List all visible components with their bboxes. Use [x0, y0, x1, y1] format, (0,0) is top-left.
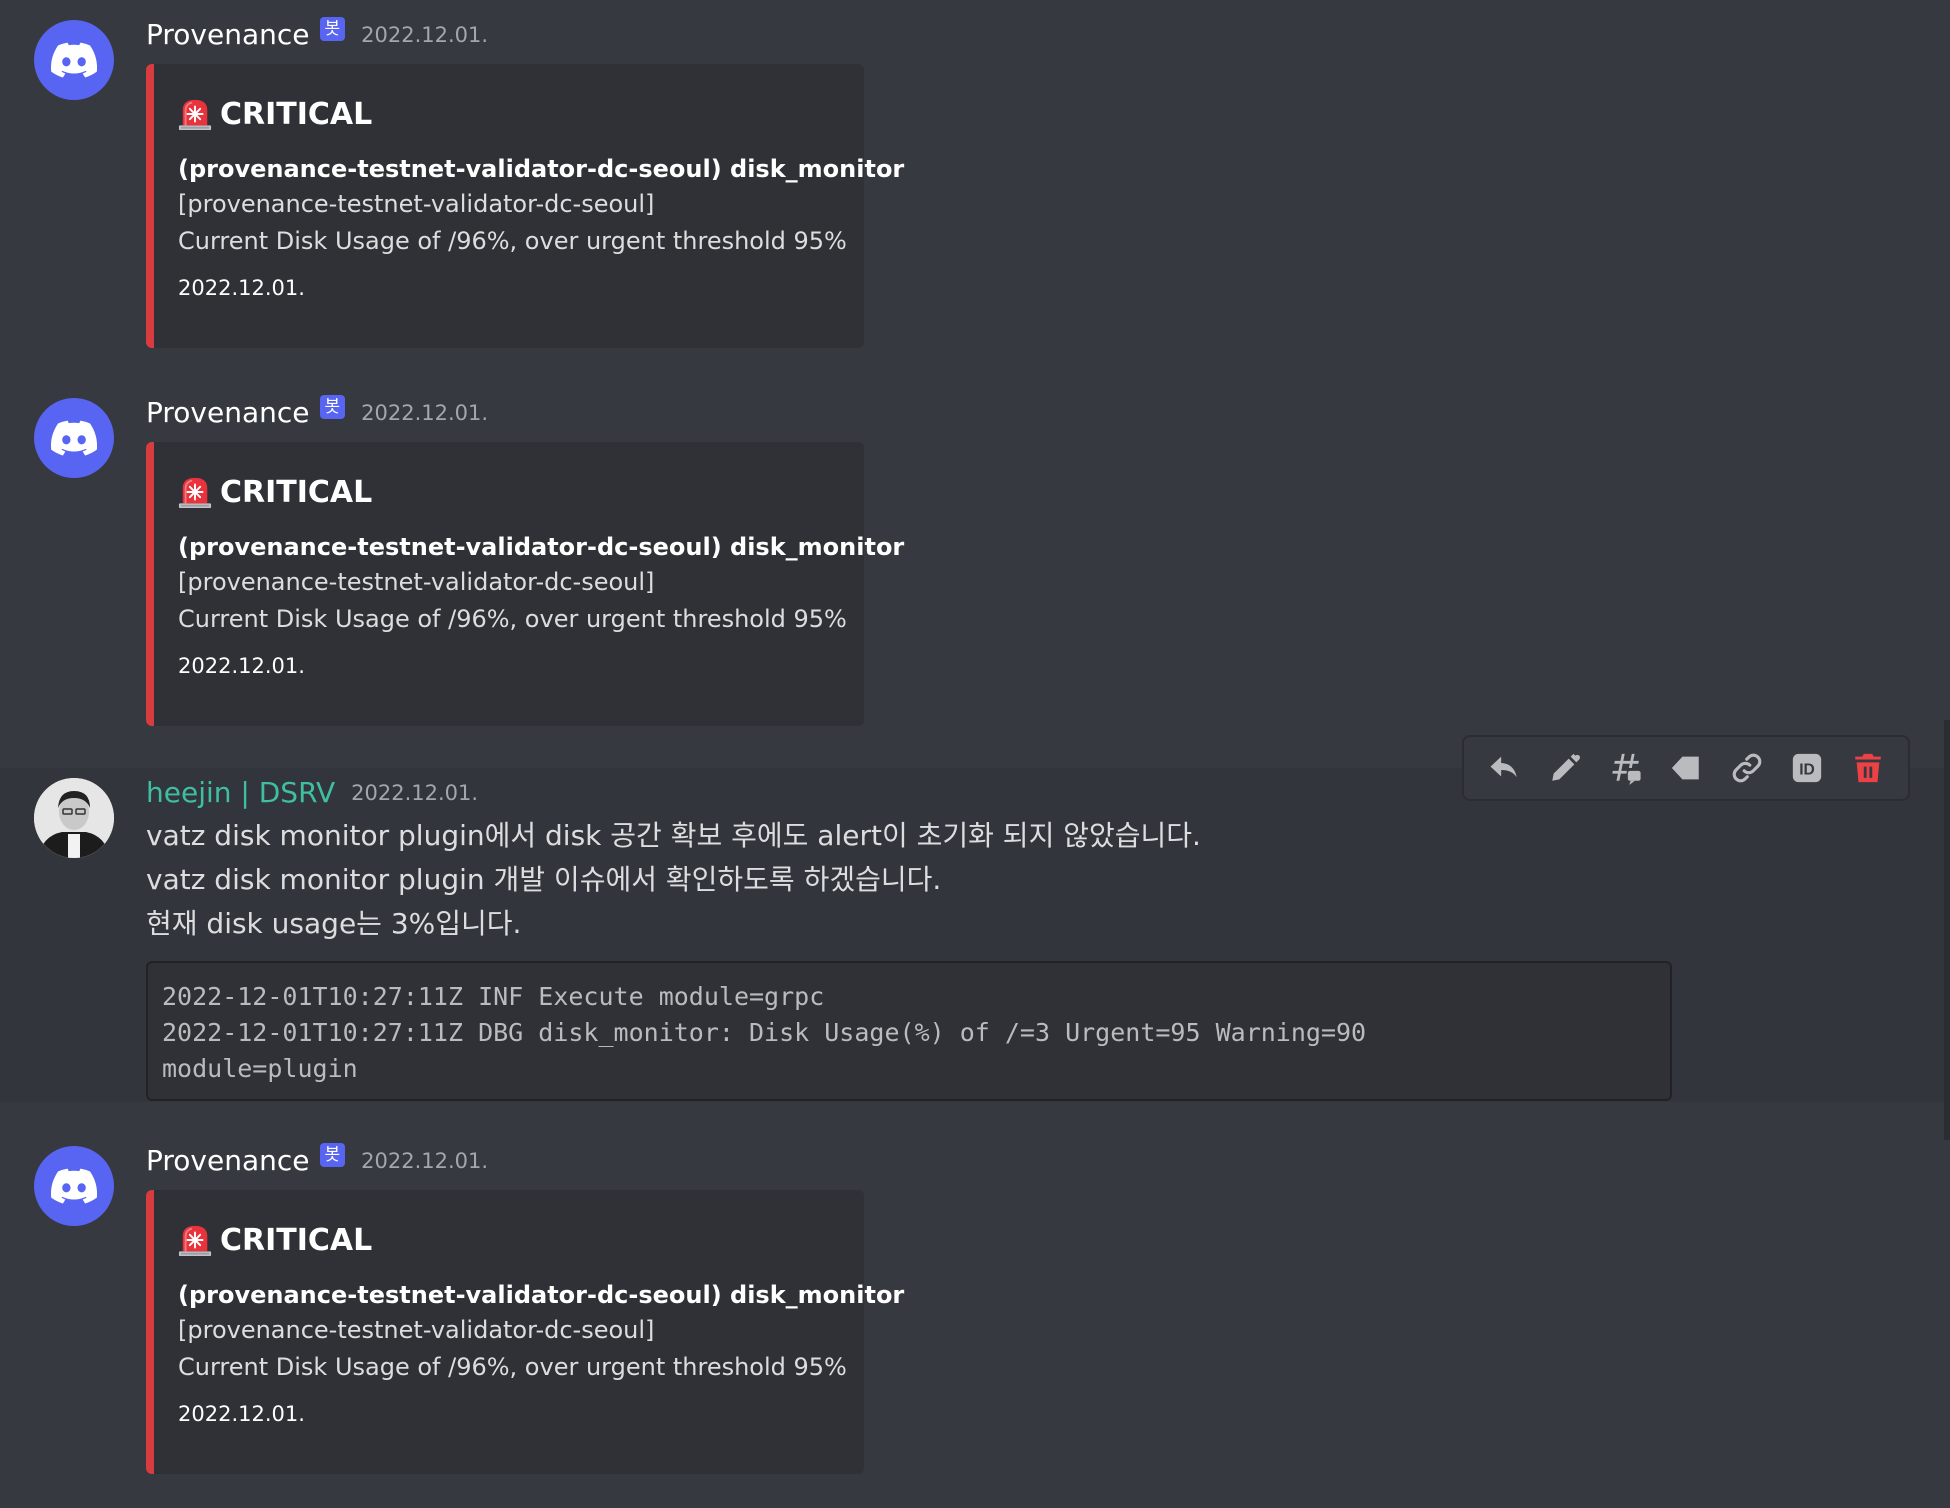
copy-id-icon: ID: [1792, 753, 1822, 783]
embed-footer: 2022.12.01.: [178, 654, 305, 678]
discord-logo-icon: [51, 420, 97, 456]
rotating-light-icon: [178, 475, 212, 509]
bot-avatar[interactable]: [34, 398, 114, 478]
bot-avatar[interactable]: [34, 1146, 114, 1226]
alert-embed: CRITICAL (provenance-testnet-validator-d…: [146, 1190, 905, 1474]
reply-button[interactable]: [1482, 746, 1526, 790]
copy-id-button[interactable]: ID: [1785, 746, 1829, 790]
message-timestamp[interactable]: 2022.12.01.: [351, 781, 478, 805]
bot-avatar[interactable]: [34, 20, 114, 100]
message-item[interactable]: Provenance 봇 2022.12.01. CRITICAL (prove…: [0, 1120, 1950, 1508]
message-text-line: vatz disk monitor plugin에서 disk 공간 확보 후에…: [146, 819, 1201, 852]
embed-title: CRITICAL: [178, 94, 864, 134]
embed-description-line: Current Disk Usage of /96%, over urgent …: [178, 227, 847, 255]
message-author[interactable]: Provenance: [146, 396, 310, 429]
embed-description-line: Current Disk Usage of /96%, over urgent …: [178, 1353, 847, 1381]
embed-title-text: CRITICAL: [220, 1222, 373, 1258]
embed-description-line: [provenance-testnet-validator-dc-seoul]: [178, 190, 655, 218]
delete-button[interactable]: [1846, 746, 1890, 790]
create-thread-button[interactable]: [1603, 746, 1647, 790]
message-timestamp[interactable]: 2022.12.01.: [361, 1149, 488, 1173]
create-thread-icon: [1612, 753, 1641, 785]
bot-tag: 봇: [319, 1142, 346, 1167]
user-photo-icon: [34, 778, 114, 858]
bot-tag: 봇: [319, 394, 346, 419]
embed-footer: 2022.12.01.: [178, 276, 305, 300]
edit-icon: [1552, 753, 1580, 781]
embed-footer: 2022.12.01.: [178, 1402, 305, 1426]
edit-button[interactable]: [1543, 746, 1587, 790]
message-timestamp[interactable]: 2022.12.01.: [361, 23, 488, 47]
message-author[interactable]: heejin | DSRV: [146, 776, 335, 809]
message-item[interactable]: Provenance 봇 2022.12.01. CRITICAL (prove…: [0, 370, 1950, 750]
embed-description-line: [provenance-testnet-validator-dc-seoul]: [178, 1316, 655, 1344]
user-avatar[interactable]: [34, 778, 114, 858]
message-text-line: 현재 disk usage는 3%입니다.: [146, 907, 522, 940]
copy-link-button[interactable]: [1725, 746, 1769, 790]
tag-icon: [1671, 756, 1699, 780]
code-line: 2022-12-01T10:27:11Z DBG disk_monitor: D…: [162, 1018, 1367, 1047]
tag-button[interactable]: [1664, 746, 1708, 790]
code-block[interactable]: 2022-12-01T10:27:11Z INF Execute module=…: [146, 961, 1672, 1101]
reply-icon: [1490, 756, 1518, 778]
discord-logo-icon: [51, 1168, 97, 1204]
alert-embed: CRITICAL (provenance-testnet-validator-d…: [146, 64, 905, 348]
code-line: 2022-12-01T10:27:11Z INF Execute module=…: [162, 982, 825, 1011]
embed-title-text: CRITICAL: [220, 96, 373, 132]
alert-embed: CRITICAL (provenance-testnet-validator-d…: [146, 442, 905, 726]
rotating-light-icon: [178, 1223, 212, 1257]
scrollbar[interactable]: [1944, 720, 1950, 1140]
embed-description-line: [provenance-testnet-validator-dc-seoul]: [178, 568, 655, 596]
embed-title: CRITICAL: [178, 1220, 864, 1260]
embed-description-line: Current Disk Usage of /96%, over urgent …: [178, 605, 847, 633]
message-actions-toolbar: ID: [1462, 735, 1910, 801]
delete-icon: [1854, 753, 1881, 783]
discord-logo-icon: [51, 42, 97, 78]
copy-link-icon: [1732, 753, 1761, 783]
message-author[interactable]: Provenance: [146, 18, 310, 51]
message-author[interactable]: Provenance: [146, 1144, 310, 1177]
embed-description-bold: (provenance-testnet-validator-dc-seoul) …: [178, 155, 905, 183]
embed-title-text: CRITICAL: [220, 474, 373, 510]
embed-description-bold: (provenance-testnet-validator-dc-seoul) …: [178, 1281, 905, 1309]
embed-title: CRITICAL: [178, 472, 864, 512]
rotating-light-icon: [178, 97, 212, 131]
bot-tag: 봇: [319, 16, 346, 41]
message-timestamp[interactable]: 2022.12.01.: [361, 401, 488, 425]
embed-description-bold: (provenance-testnet-validator-dc-seoul) …: [178, 533, 905, 561]
message-content: vatz disk monitor plugin에서 disk 공간 확보 후에…: [146, 814, 1201, 946]
copy-id-label: ID: [1799, 761, 1815, 778]
code-line: module=plugin: [162, 1054, 358, 1083]
message-item[interactable]: Provenance 봇 2022.12.01. CRITICAL (prove…: [0, 0, 1950, 370]
message-text-line: vatz disk monitor plugin 개발 이슈에서 확인하도록 하…: [146, 863, 942, 896]
